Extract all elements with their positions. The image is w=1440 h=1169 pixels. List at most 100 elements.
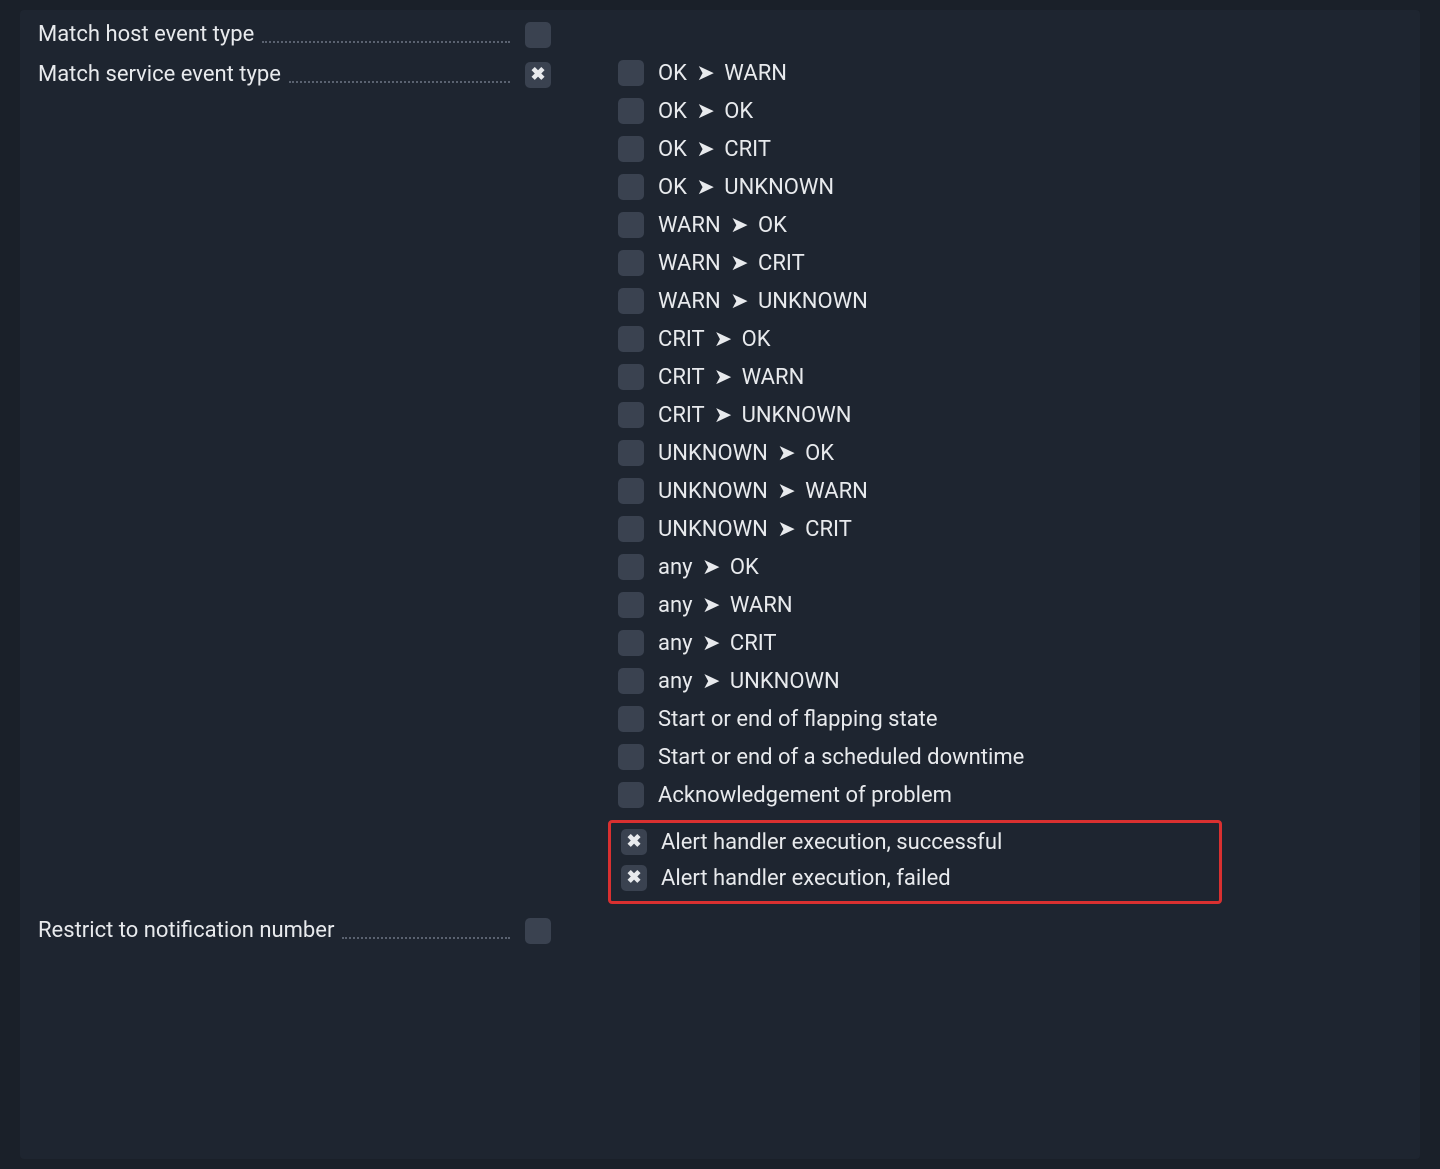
option-item: OK ➤ CRIT [618,136,1402,162]
service-extra-checkbox-0[interactable] [618,706,644,732]
option-item: Start or end of flapping state [618,706,1402,732]
label-col: Match service event type [38,60,518,87]
option-item: any ➤ CRIT [618,630,1402,656]
option-label: Start or end of flapping state [658,707,938,732]
option-item: UNKNOWN ➤ WARN [618,478,1402,504]
service-option-checkbox-11[interactable] [618,478,644,504]
form-container: Match host event type Match service even… [20,10,1420,1159]
option-label: CRIT ➤ OK [658,327,771,352]
arrow-icon: ➤ [730,213,748,238]
service-option-checkbox-4[interactable] [618,212,644,238]
service-option-checkbox-14[interactable] [618,592,644,618]
service-option-checkbox-1[interactable] [618,98,644,124]
service-option-checkbox-6[interactable] [618,288,644,314]
dots-filler [289,66,510,84]
option-item: any ➤ OK [618,554,1402,580]
highlight-box: Alert handler execution, successful Alert… [608,820,1222,904]
row-match-host: Match host event type [38,20,1402,48]
option-item: OK ➤ OK [618,98,1402,124]
option-item: any ➤ WARN [618,592,1402,618]
option-label: OK ➤ WARN [658,61,787,86]
option-item: WARN ➤ CRIT [618,250,1402,276]
option-label: WARN ➤ OK [658,213,787,238]
arrow-icon: ➤ [777,441,795,466]
service-option-checkbox-10[interactable] [618,440,644,466]
service-option-checkbox-9[interactable] [618,402,644,428]
match-host-label: Match host event type [38,22,254,47]
service-option-checkbox-2[interactable] [618,136,644,162]
label-col: Match host event type [38,20,518,47]
option-item: Start or end of a scheduled downtime [618,744,1402,770]
option-label: any ➤ UNKNOWN [658,669,840,694]
match-host-toggle[interactable] [525,22,551,48]
arrow-icon: ➤ [696,175,714,200]
arrow-icon: ➤ [702,631,720,656]
toggle-col [518,916,558,944]
option-item: CRIT ➤ OK [618,326,1402,352]
service-option-checkbox-0[interactable] [618,60,644,86]
service-option-checkbox-5[interactable] [618,250,644,276]
service-highlight-checkbox-1[interactable] [621,865,647,891]
service-option-checkbox-13[interactable] [618,554,644,580]
option-item: WARN ➤ UNKNOWN [618,288,1402,314]
arrow-icon: ➤ [730,251,748,276]
arrow-icon: ➤ [714,365,732,390]
service-option-checkbox-3[interactable] [618,174,644,200]
arrow-icon: ➤ [702,555,720,580]
option-item: OK ➤ UNKNOWN [618,174,1402,200]
option-label: CRIT ➤ UNKNOWN [658,403,851,428]
option-label: CRIT ➤ WARN [658,365,804,390]
option-label: Alert handler execution, failed [661,866,951,891]
option-item: CRIT ➤ WARN [618,364,1402,390]
match-service-label: Match service event type [38,62,281,87]
label-col: Restrict to notification number [38,916,518,943]
service-option-checkbox-15[interactable] [618,630,644,656]
option-item: Alert handler execution, successful [621,829,1209,855]
option-label: Acknowledgement of problem [658,783,952,808]
option-item: WARN ➤ OK [618,212,1402,238]
service-option-checkbox-7[interactable] [618,326,644,352]
service-option-checkbox-16[interactable] [618,668,644,694]
service-option-checkbox-8[interactable] [618,364,644,390]
restrict-notif-label: Restrict to notification number [38,918,334,943]
option-label: any ➤ WARN [658,593,793,618]
dots-filler [262,26,510,44]
arrow-icon: ➤ [696,61,714,86]
arrow-icon: ➤ [702,593,720,618]
arrow-icon: ➤ [730,289,748,314]
service-extra-checkbox-1[interactable] [618,744,644,770]
option-item: Alert handler execution, failed [621,865,1209,891]
option-label: WARN ➤ UNKNOWN [658,289,868,314]
arrow-icon: ➤ [777,479,795,504]
match-service-toggle[interactable] [525,62,551,88]
toggle-col [518,20,558,48]
option-label: UNKNOWN ➤ OK [658,441,834,466]
option-item: CRIT ➤ UNKNOWN [618,402,1402,428]
row-match-service: Match service event type OK ➤ WARN OK ➤ O… [38,60,1402,904]
service-extra-checkbox-2[interactable] [618,782,644,808]
service-option-checkbox-12[interactable] [618,516,644,542]
option-item: UNKNOWN ➤ CRIT [618,516,1402,542]
option-label: Start or end of a scheduled downtime [658,745,1024,770]
arrow-icon: ➤ [702,669,720,694]
option-label: WARN ➤ CRIT [658,251,805,276]
option-label: any ➤ OK [658,555,759,580]
option-item: any ➤ UNKNOWN [618,668,1402,694]
option-label: OK ➤ UNKNOWN [658,175,834,200]
toggle-col [518,60,558,88]
row-restrict-notif: Restrict to notification number [38,916,1402,944]
option-item: Acknowledgement of problem [618,782,1402,808]
service-highlight-checkbox-0[interactable] [621,829,647,855]
restrict-notif-toggle[interactable] [525,918,551,944]
arrow-icon: ➤ [696,137,714,162]
option-item: UNKNOWN ➤ OK [618,440,1402,466]
option-label: OK ➤ CRIT [658,137,771,162]
option-item: OK ➤ WARN [618,60,1402,86]
option-label: any ➤ CRIT [658,631,777,656]
arrow-icon: ➤ [696,99,714,124]
arrow-icon: ➤ [714,403,732,428]
option-label: UNKNOWN ➤ WARN [658,479,868,504]
arrow-icon: ➤ [714,327,732,352]
option-label: OK ➤ OK [658,99,753,124]
arrow-icon: ➤ [777,517,795,542]
